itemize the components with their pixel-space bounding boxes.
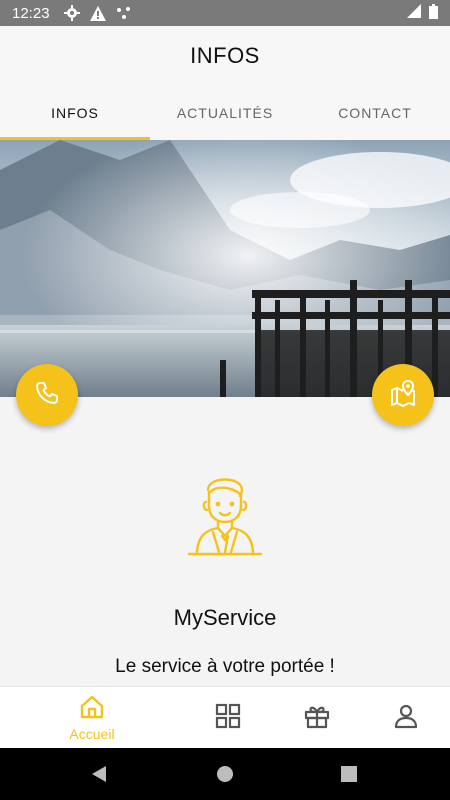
app-header: INFOS	[0, 26, 450, 86]
grid-icon	[215, 703, 241, 734]
service-tagline: Le service à votre portée !	[115, 656, 335, 677]
map-location-button[interactable]	[372, 364, 434, 426]
warning-icon	[89, 5, 106, 21]
call-button[interactable]	[16, 364, 78, 426]
tab-actualites[interactable]: ACTUALITÉS	[150, 86, 300, 140]
nav-profile[interactable]	[376, 687, 436, 749]
system-navigation-bar	[0, 748, 450, 800]
nav-gifts[interactable]	[287, 687, 347, 749]
tab-bar: INFOS ACTUALITÉS CONTACT	[0, 86, 450, 140]
nav-home-label: Accueil	[69, 725, 115, 742]
tab-contact[interactable]: CONTACT	[300, 86, 450, 140]
connection-dots-icon	[116, 6, 132, 20]
status-bar: 12:23	[0, 0, 450, 26]
profile-icon	[393, 703, 419, 734]
home-icon	[79, 695, 105, 724]
back-icon[interactable]	[87, 762, 111, 786]
service-agent-illustration	[186, 470, 264, 560]
settings-gear-icon	[63, 5, 80, 21]
nav-home[interactable]: Accueil	[52, 687, 132, 749]
tab-infos[interactable]: INFOS	[0, 86, 150, 140]
home-circle-icon[interactable]	[213, 762, 237, 786]
status-time: 12:23	[12, 4, 50, 22]
gift-icon	[304, 703, 330, 734]
page-title: INFOS	[190, 43, 260, 68]
battery-icon	[429, 3, 438, 23]
signal-icon	[407, 4, 421, 22]
phone-icon	[33, 379, 61, 412]
map-pin-icon	[388, 378, 418, 413]
recents-square-icon[interactable]	[337, 762, 361, 786]
hero-image	[0, 140, 450, 397]
nav-categories[interactable]	[198, 687, 258, 749]
bottom-navigation: Accueil	[0, 686, 450, 748]
service-name: MyService	[173, 605, 277, 630]
